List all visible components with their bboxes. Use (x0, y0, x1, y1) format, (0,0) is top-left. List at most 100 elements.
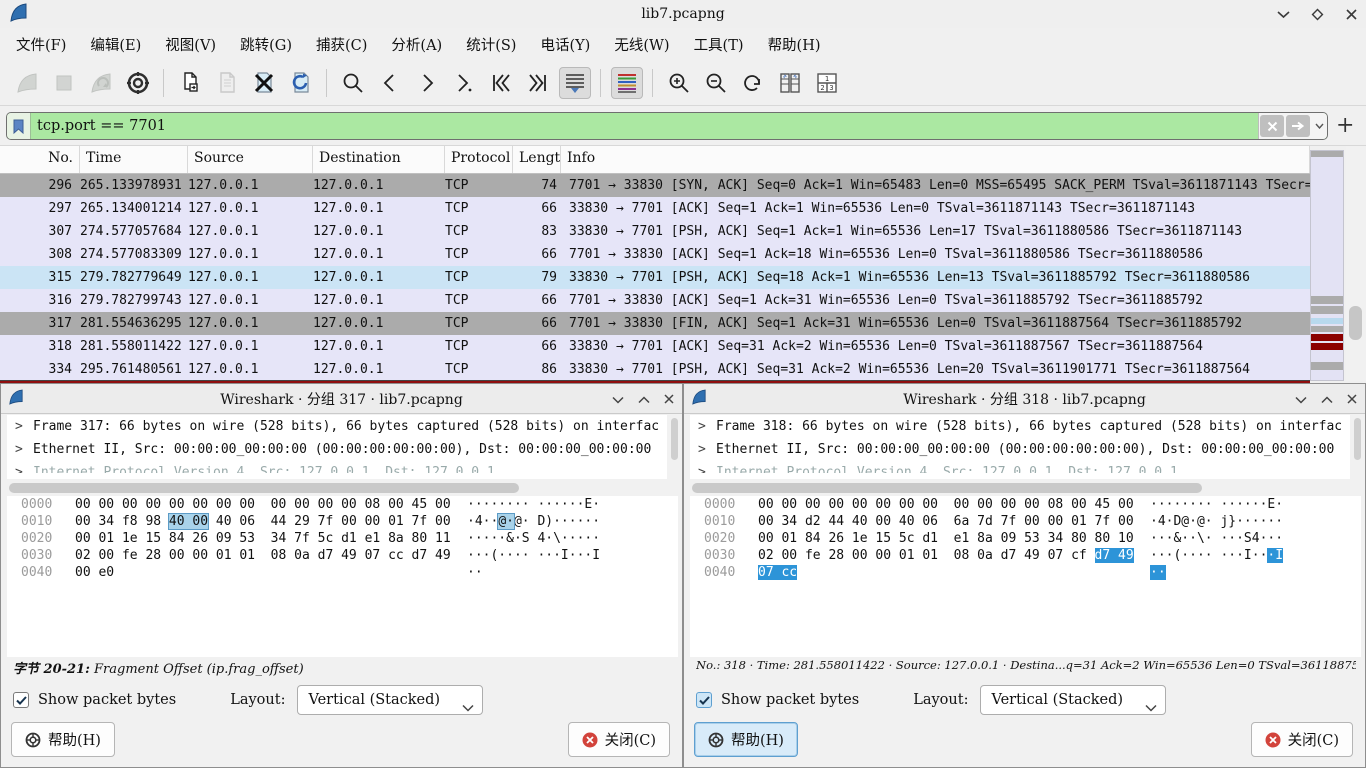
capture-options-icon[interactable] (122, 67, 154, 99)
hex-segment[interactable]: 00 34 d2 44 40 00 40 06 6a 7d 7f 00 00 0… (758, 514, 1134, 529)
tree-vertical-scrollbar[interactable] (1354, 418, 1361, 460)
go-next-icon[interactable] (411, 67, 443, 99)
display-filter-field[interactable] (6, 112, 1328, 140)
close-button[interactable]: 关闭(C) (568, 722, 670, 757)
column-header-length[interactable]: Length (513, 146, 561, 173)
dialog-minimize-icon[interactable] (612, 389, 624, 408)
column-header-destination[interactable]: Destination (313, 146, 445, 173)
window-maximize-icon[interactable] (1308, 5, 1326, 23)
menu-item-analyze[interactable]: 分析(A) (379, 30, 454, 59)
tree-row-partial[interactable]: >Internet Protocol Version 4, Src: 127.0… (690, 461, 1350, 473)
zoom-reset-icon[interactable] (737, 67, 769, 99)
packet-row-296[interactable]: 296265.133978931127.0.0.1127.0.0.1TCP747… (0, 174, 1310, 197)
tree-horizontal-scrollbar[interactable] (9, 483, 519, 493)
hex-segment[interactable]: 07 cc (758, 565, 797, 580)
menu-item-view[interactable]: 视图(V) (153, 30, 228, 59)
packet-list-minimap-scrollbar[interactable] (1310, 150, 1344, 381)
expander-icon[interactable]: > (698, 438, 706, 461)
hex-segment[interactable]: 00 01 84 26 1e 15 5c d1 e1 8a 09 53 34 8… (758, 531, 1134, 546)
layout-select[interactable]: Vertical (Stacked) (297, 685, 483, 715)
hex-segment[interactable]: 00 e0 (75, 565, 114, 580)
column-header-source[interactable]: Source (188, 146, 313, 173)
filter-add-button[interactable]: + (1336, 115, 1354, 137)
auto-scroll-icon[interactable] (559, 67, 591, 99)
tree-row[interactable]: >Ethernet II, Src: 00:00:00_00:00:00 (00… (690, 438, 1350, 461)
hex-line[interactable]: 000000 00 00 00 00 00 00 00 00 00 00 00 … (690, 496, 1361, 513)
expander-icon[interactable]: > (15, 438, 23, 461)
hex-segment[interactable]: ·4·· (467, 514, 498, 529)
dialog-maximize-icon[interactable] (1321, 389, 1333, 408)
packet-row-307[interactable]: 307274.577057684127.0.0.1127.0.0.1TCP833… (0, 220, 1310, 243)
hex-segment[interactable]: ·· (1150, 565, 1166, 580)
window-close-icon[interactable] (1342, 5, 1360, 23)
column-header-time[interactable]: Time (80, 146, 188, 173)
dialog-close-icon[interactable] (664, 389, 674, 408)
hex-segment[interactable]: 02 00 fe 28 00 00 01 01 08 0a d7 49 07 c… (75, 548, 451, 563)
show-packet-bytes-checkbox[interactable] (696, 692, 712, 708)
tree-row[interactable]: >Ethernet II, Src: 00:00:00_00:00:00 (00… (7, 438, 667, 461)
menu-item-capture[interactable]: 捕获(C) (304, 30, 379, 59)
menu-item-edit[interactable]: 编辑(E) (78, 30, 153, 59)
filter-dropdown-caret-icon[interactable] (1311, 123, 1327, 129)
filter-bookmark-icon[interactable] (7, 113, 31, 139)
menu-item-statistics[interactable]: 统计(S) (454, 30, 528, 59)
layout-select[interactable]: Vertical (Stacked) (980, 685, 1166, 715)
go-to-packet-icon[interactable] (448, 67, 480, 99)
packet-row-308[interactable]: 308274.577083309127.0.0.1127.0.0.1TCP667… (0, 243, 1310, 266)
filter-apply-icon[interactable] (1286, 115, 1310, 137)
hex-segment[interactable]: ········ ······E· (467, 497, 600, 512)
file-reload-icon[interactable] (285, 67, 317, 99)
dialog-minimize-icon[interactable] (1295, 389, 1307, 408)
hex-line[interactable]: 001000 34 f8 98 40 00 40 06 44 29 7f 00 … (7, 513, 678, 530)
packet-row-316[interactable]: 316279.782799743127.0.0.1127.0.0.1TCP667… (0, 289, 1310, 312)
scrollbar-thumb[interactable] (1349, 306, 1362, 340)
menu-item-help[interactable]: 帮助(H) (756, 30, 833, 59)
packet-row-297[interactable]: 297265.134001214127.0.0.1127.0.0.1TCP663… (0, 197, 1310, 220)
expander-icon[interactable]: > (698, 415, 706, 438)
hex-segment[interactable]: 00 00 00 00 00 00 00 00 00 00 00 00 08 0… (75, 497, 451, 512)
hex-line[interactable]: 000000 00 00 00 00 00 00 00 00 00 00 00 … (7, 496, 678, 513)
menu-item-go[interactable]: 跳转(G) (228, 30, 304, 59)
menu-item-telephony[interactable]: 电话(Y) (528, 30, 602, 59)
menu-item-wireless[interactable]: 无线(W) (602, 30, 681, 59)
zoom-in-icon[interactable] (663, 67, 695, 99)
hex-segment[interactable]: ···(···· ···I·· (1150, 548, 1267, 563)
resize-columns-icon[interactable] (774, 67, 806, 99)
tree-row[interactable]: >Frame 318: 66 bytes on wire (528 bits),… (690, 415, 1350, 438)
tree-vertical-scrollbar[interactable] (671, 418, 678, 460)
column-header-no[interactable]: No. (0, 146, 80, 173)
hex-segment[interactable]: ·I (1267, 548, 1283, 563)
close-button[interactable]: 关闭(C) (1251, 722, 1353, 757)
menu-item-file[interactable]: 文件(F) (4, 30, 78, 59)
hex-segment[interactable]: 00 01 1e 15 84 26 09 53 34 7f 5c d1 e1 8… (75, 531, 451, 546)
tree-row[interactable]: >Frame 317: 66 bytes on wire (528 bits),… (7, 415, 667, 438)
packet-row-315[interactable]: 315279.782779649127.0.0.1127.0.0.1TCP793… (0, 266, 1310, 289)
colorize-icon[interactable] (611, 67, 643, 99)
hex-segment[interactable]: ·· (467, 565, 483, 580)
column-header-info[interactable]: Info (561, 146, 1310, 173)
hex-segment[interactable]: ···&··\· ···S4··· (1150, 531, 1283, 546)
go-first-icon[interactable] (485, 67, 517, 99)
packet-row-318[interactable]: 318281.558011422127.0.0.1127.0.0.1TCP663… (0, 335, 1310, 358)
dialog-close-icon[interactable] (1347, 389, 1357, 408)
hex-segment[interactable]: 00 00 00 00 00 00 00 00 00 00 00 00 08 0… (758, 497, 1134, 512)
hex-line[interactable]: 002000 01 84 26 1e 15 5c d1 e1 8a 09 53 … (690, 530, 1361, 547)
window-minimize-icon[interactable] (1274, 5, 1292, 23)
show-packet-bytes-checkbox[interactable] (13, 692, 29, 708)
expander-icon[interactable]: > (15, 415, 23, 438)
hex-segment[interactable]: @· D)······ (514, 514, 600, 529)
display-filter-input[interactable] (31, 113, 1258, 139)
hex-segment[interactable]: @· (498, 514, 514, 529)
packet-row-317[interactable]: 317281.554636295127.0.0.1127.0.0.1TCP667… (0, 312, 1310, 335)
hex-segment[interactable]: 02 00 fe 28 00 00 01 01 08 0a d7 49 07 c… (758, 548, 1095, 563)
hex-segment[interactable]: d7 49 (1095, 548, 1134, 563)
help-button[interactable]: 帮助(H) (694, 722, 798, 757)
column-header-protocol[interactable]: Protocol (445, 146, 513, 173)
tree-row-partial[interactable]: >Internet Protocol Version 4, Src: 127.0… (7, 461, 667, 473)
hex-segment[interactable]: ·4·D@·@· j}······ (1150, 514, 1283, 529)
file-open-icon[interactable] (174, 67, 206, 99)
zoom-out-icon[interactable] (700, 67, 732, 99)
hex-segment[interactable]: 40 00 (169, 514, 208, 529)
dialog-maximize-icon[interactable] (638, 389, 650, 408)
reorder-columns-icon[interactable]: 123 (811, 67, 843, 99)
